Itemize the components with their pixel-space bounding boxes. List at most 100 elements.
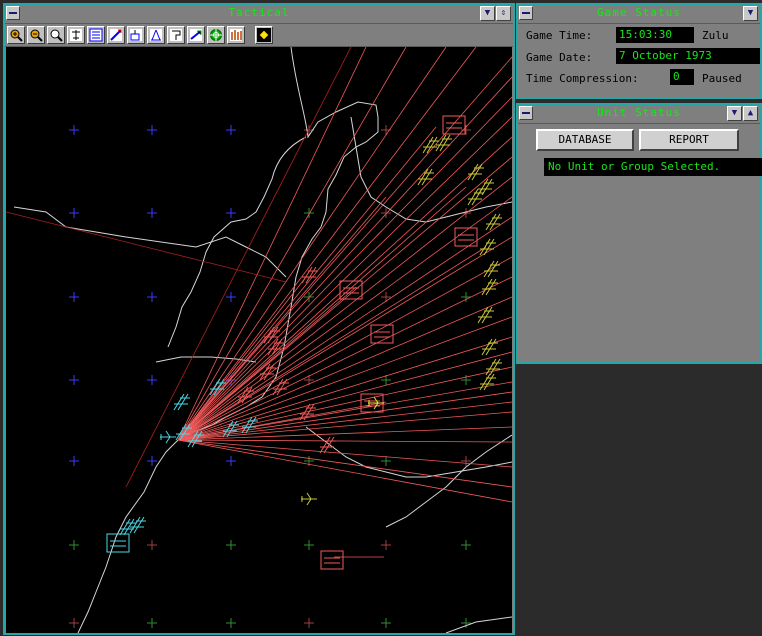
unknown-unit[interactable] [479, 238, 496, 256]
report-button[interactable]: REPORT [639, 129, 739, 151]
unknown-unit[interactable] [481, 278, 498, 296]
grid-cross [381, 292, 391, 302]
grid-cross [147, 540, 157, 550]
mission-button[interactable] [167, 26, 185, 44]
grid-cross [304, 540, 314, 550]
unit-status-maximize-button[interactable]: ▲ [743, 106, 758, 121]
unknown-unit[interactable] [479, 373, 496, 391]
unknown-aircraft[interactable] [368, 396, 384, 410]
grid-cross [381, 618, 391, 628]
game-status-window[interactable]: Game Status ▼ Game Time: 15:03:30 Zulu G… [516, 3, 762, 99]
plot-course-button[interactable] [107, 26, 125, 44]
game-status-minimize-button[interactable]: ▼ [743, 6, 758, 21]
unknown-aircraft[interactable] [301, 492, 317, 506]
grid-cross [69, 208, 79, 218]
friendly-aircraft[interactable] [160, 430, 176, 444]
airbase-button[interactable] [67, 26, 85, 44]
grid-cross [147, 375, 157, 385]
airbase-icon [70, 29, 82, 41]
friendly-unit[interactable] [173, 393, 190, 411]
unit-status-window[interactable]: Unit Status ▼ ▲ DATABASE REPORT No Unit … [516, 103, 762, 364]
detection-line [177, 176, 512, 441]
unknown-unit[interactable] [481, 338, 498, 356]
unknown-unit[interactable] [485, 213, 502, 231]
enemy-site[interactable] [263, 326, 280, 344]
tactical-window[interactable]: Tactical ▼ ⇕ [3, 3, 515, 635]
game-date-label: Game Date: [526, 51, 593, 64]
friendly-unit[interactable] [129, 516, 146, 534]
sensor-lines [6, 47, 512, 558]
friendly-base[interactable] [106, 533, 130, 553]
grid-cross [226, 125, 236, 135]
range-rings-icon [230, 29, 242, 41]
unknown-unit[interactable] [483, 260, 500, 278]
unknown-unit[interactable] [467, 188, 484, 206]
grid-cross [69, 618, 79, 628]
detection-line [177, 116, 512, 441]
grid-cross [226, 292, 236, 302]
game-time-zone: Zulu [702, 29, 729, 42]
map-grid [69, 125, 471, 628]
mission-icon [170, 29, 182, 41]
grid-cross [381, 540, 391, 550]
unknown-unit[interactable] [467, 163, 484, 181]
grid-cross [226, 456, 236, 466]
air-strike-button[interactable] [187, 26, 205, 44]
enemy-unit[interactable] [320, 550, 344, 570]
zoom-in-button[interactable] [7, 26, 25, 44]
enemy-site[interactable] [301, 266, 318, 284]
unknown-unit[interactable] [477, 306, 494, 324]
zoom-out-button[interactable] [27, 26, 45, 44]
radar-button[interactable] [127, 26, 145, 44]
detection-line [177, 47, 407, 441]
formation-button[interactable] [87, 26, 105, 44]
detection-line [177, 256, 512, 441]
radar-icon [130, 29, 142, 41]
grid-cross [304, 618, 314, 628]
time-compression-value[interactable]: 0 [670, 69, 694, 85]
grid-cross [226, 618, 236, 628]
tactical-minimize-button[interactable]: ▼ [480, 6, 495, 21]
range-rings-button[interactable] [227, 26, 245, 44]
grid-cross [69, 375, 79, 385]
tactical-map[interactable] [6, 47, 512, 633]
grid-cross [381, 456, 391, 466]
game-status-title: Game Status [597, 6, 681, 19]
game-date-value: 7 October 1973 [616, 48, 760, 64]
grid-cross [226, 208, 236, 218]
unit-status-titlebar[interactable]: Unit Status ▼ ▲ [518, 105, 760, 124]
sensor-button[interactable] [147, 26, 165, 44]
detection-line [177, 439, 512, 468]
unit-status-title: Unit Status [597, 106, 681, 119]
tactical-maximize-button[interactable]: ⇕ [496, 6, 511, 21]
tactical-toolbar [5, 24, 513, 47]
grid-cross [147, 125, 157, 135]
weapon-button[interactable] [207, 26, 225, 44]
detection-line [177, 439, 512, 443]
center-map-button[interactable] [255, 26, 273, 44]
detection-line [177, 216, 512, 441]
detection-line [177, 439, 512, 488]
enemy-site[interactable] [259, 363, 276, 381]
grid-cross [304, 208, 314, 218]
unknown-unit[interactable] [435, 134, 452, 152]
zoom-find-button[interactable] [47, 26, 65, 44]
detection-line [177, 126, 437, 441]
tactical-titlebar[interactable]: Tactical ▼ ⇕ [5, 5, 513, 24]
zoom-find-icon [50, 29, 63, 42]
grid-cross [461, 292, 471, 302]
detection-line [177, 276, 307, 441]
time-compression-label: Time Compression: [526, 72, 639, 85]
grid-cross [147, 208, 157, 218]
database-button[interactable]: DATABASE [536, 129, 634, 151]
tactical-title: Tactical [228, 6, 290, 19]
grid-cross [69, 456, 79, 466]
detection-line [177, 56, 512, 441]
unit-status-minimize-button[interactable]: ▼ [727, 106, 742, 121]
formation-icon [89, 28, 103, 42]
weapon-icon [210, 29, 222, 41]
plot-course-icon [110, 29, 122, 41]
unknown-unit[interactable] [485, 358, 502, 376]
game-status-titlebar[interactable]: Game Status ▼ [518, 5, 760, 24]
grid-cross [69, 540, 79, 550]
